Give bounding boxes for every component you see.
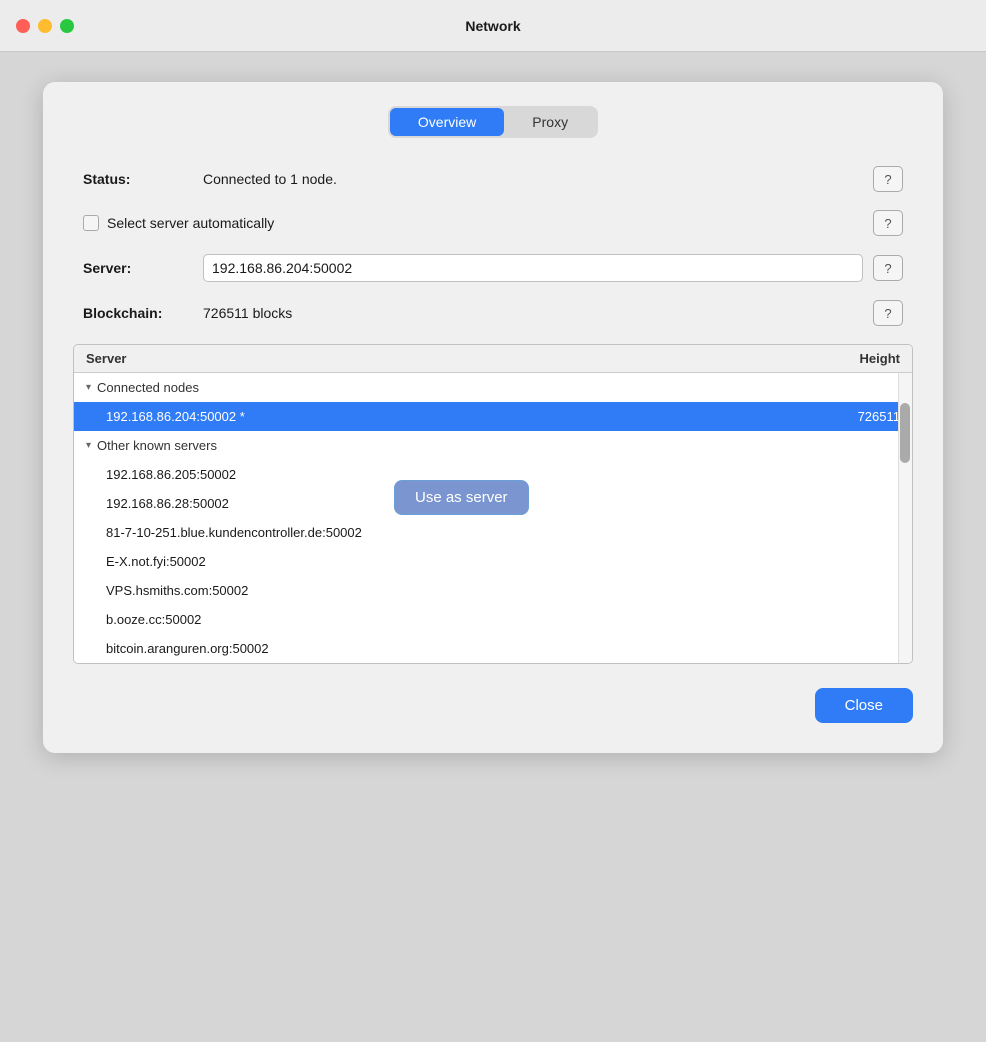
tab-proxy[interactable]: Proxy <box>504 108 596 136</box>
tab-overview[interactable]: Overview <box>390 108 504 136</box>
blockchain-label: Blockchain: <box>83 305 193 321</box>
list-item[interactable]: 192.168.86.204:50002 * 726511 <box>74 402 912 431</box>
auto-server-checkbox[interactable] <box>83 215 99 231</box>
server-input[interactable] <box>203 254 863 282</box>
list-item[interactable]: b.ooze.cc:50002 <box>74 605 912 634</box>
server-list-body: ▾ Connected nodes 192.168.86.204:50002 *… <box>74 373 912 663</box>
group-connected-label: Connected nodes <box>97 380 199 395</box>
auto-server-label: Select server automatically <box>107 215 865 231</box>
blockchain-value: 726511 blocks <box>203 305 863 321</box>
tab-container: Overview Proxy <box>388 106 598 138</box>
item-server-address: 81-7-10-251.blue.kundencontroller.de:500… <box>106 525 820 540</box>
list-item[interactable]: bitcoin.aranguren.org:50002 <box>74 634 912 663</box>
item-height-value: 726511 <box>820 409 900 424</box>
form-section: Status: Connected to 1 node. ? Select se… <box>73 166 913 326</box>
group-connected-nodes[interactable]: ▾ Connected nodes <box>74 373 912 402</box>
group-other-servers[interactable]: ▾ Other known servers <box>74 431 912 460</box>
chevron-down-icon: ▾ <box>86 382 91 393</box>
server-row: Server: ? <box>83 254 903 282</box>
blockchain-row: Blockchain: 726511 blocks ? <box>83 300 903 326</box>
dialog-footer: Close <box>73 688 913 723</box>
server-list-header: Server Height <box>74 345 912 373</box>
server-label: Server: <box>83 260 193 276</box>
blockchain-help-button[interactable]: ? <box>873 300 903 326</box>
auto-server-row: Select server automatically ? <box>83 210 903 236</box>
window-title: Network <box>465 18 520 34</box>
use-as-server-button[interactable]: Use as server <box>394 480 529 515</box>
list-item[interactable]: VPS.hsmiths.com:50002 <box>74 576 912 605</box>
scrollbar-track[interactable] <box>898 373 912 663</box>
item-server-address: VPS.hsmiths.com:50002 <box>106 583 820 598</box>
main-content: Overview Proxy Status: Connected to 1 no… <box>0 52 986 1042</box>
list-item[interactable]: E-X.not.fyi:50002 <box>74 547 912 576</box>
col-height-header: Height <box>820 351 900 366</box>
server-list-container: Server Height ▾ Connected nodes 192.168.… <box>73 344 913 664</box>
item-server-address: E-X.not.fyi:50002 <box>106 554 820 569</box>
minimize-window-button[interactable] <box>38 19 52 33</box>
item-server-address: 192.168.86.204:50002 * <box>106 409 820 424</box>
close-button[interactable]: Close <box>815 688 913 723</box>
list-item[interactable]: 81-7-10-251.blue.kundencontroller.de:500… <box>74 518 912 547</box>
item-server-address: bitcoin.aranguren.org:50002 <box>106 641 820 656</box>
col-server-header: Server <box>86 351 820 366</box>
status-help-button[interactable]: ? <box>873 166 903 192</box>
status-label: Status: <box>83 171 193 187</box>
auto-server-help-button[interactable]: ? <box>873 210 903 236</box>
tab-bar: Overview Proxy <box>73 106 913 138</box>
status-row: Status: Connected to 1 node. ? <box>83 166 903 192</box>
close-window-button[interactable] <box>16 19 30 33</box>
scrollbar-thumb[interactable] <box>900 403 910 463</box>
window-controls <box>16 19 74 33</box>
item-server-address: b.ooze.cc:50002 <box>106 612 820 627</box>
maximize-window-button[interactable] <box>60 19 74 33</box>
network-dialog: Overview Proxy Status: Connected to 1 no… <box>43 82 943 753</box>
status-value: Connected to 1 node. <box>203 171 863 187</box>
title-bar: Network <box>0 0 986 52</box>
chevron-down-icon-2: ▾ <box>86 440 91 451</box>
server-help-button[interactable]: ? <box>873 255 903 281</box>
group-other-label: Other known servers <box>97 438 217 453</box>
